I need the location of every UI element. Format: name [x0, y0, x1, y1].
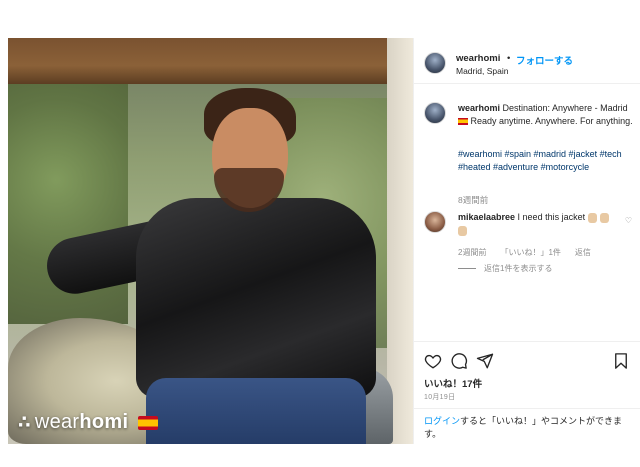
- caption-text-2: Ready anytime. Anywhere. For anything.: [468, 116, 633, 126]
- comment-reply-button[interactable]: 返信: [575, 247, 591, 258]
- bookmark-icon[interactable]: [612, 352, 630, 370]
- login-prompt: ログインすると「いいね！」やコメントができます。: [414, 408, 640, 444]
- post-side-panel: wearhomi • フォローする Madrid, Spain wearhomi…: [413, 38, 640, 444]
- photo-person-jacket: [136, 198, 376, 398]
- caption-avatar[interactable]: [424, 102, 446, 124]
- login-text: ログインすると「いいね！」やコメントができます。: [424, 415, 634, 441]
- author-username[interactable]: wearhomi: [456, 53, 500, 64]
- share-icon[interactable]: [476, 352, 494, 370]
- heart-icon[interactable]: [424, 352, 442, 370]
- photo-watermark: ∴ wearhomi: [18, 411, 159, 434]
- instagram-post-card: ∴ wearhomi wearhomi • フォローする Madrid, Spa…: [8, 38, 640, 444]
- likes-count[interactable]: いいね！17件: [424, 376, 482, 390]
- comment-text: I need this jacket: [515, 212, 586, 222]
- comment: mikaelaabree I need this jacket: [458, 211, 636, 237]
- caption-timestamp: 8週間前: [458, 195, 489, 205]
- spain-flag-emoji-icon: [458, 118, 468, 126]
- commenter-avatar[interactable]: [424, 211, 446, 233]
- author-avatar[interactable]: [424, 52, 446, 74]
- comment-likes[interactable]: 「いいね！」1件: [500, 247, 560, 258]
- post-header: wearhomi • フォローする Madrid, Spain: [414, 38, 640, 84]
- photo-pillar: [387, 38, 413, 444]
- photo-person: [41, 78, 386, 444]
- replies-line: [458, 268, 476, 269]
- login-link[interactable]: ログイン: [424, 416, 460, 426]
- comment-like-heart-icon[interactable]: ♡: [625, 216, 632, 225]
- thumbs-up-emoji-icon: [458, 225, 467, 236]
- caption-text-1: Destination: Anywhere - Madrid: [500, 103, 628, 113]
- post-date: 10月19日: [424, 394, 456, 401]
- caption-username[interactable]: wearhomi: [458, 103, 500, 113]
- post-photo[interactable]: ∴ wearhomi: [8, 38, 413, 444]
- caption-hashtags[interactable]: #wearhomi #spain #madrid #jacket #tech #…: [458, 148, 636, 174]
- view-replies-button[interactable]: 返信1件を表示する: [458, 263, 552, 274]
- thumbs-up-emoji-icon: [600, 212, 610, 223]
- thumbs-up-emoji-icon: [588, 212, 598, 223]
- watermark-logo-icon: ∴: [18, 412, 31, 432]
- comment-icon[interactable]: [450, 352, 468, 370]
- follow-button[interactable]: フォローする: [516, 53, 573, 67]
- photo-person-jeans: [146, 378, 366, 444]
- comment-username[interactable]: mikaelaabree: [458, 212, 515, 222]
- header-separator: •: [507, 53, 511, 64]
- comment-timestamp: 2週間前: [458, 248, 487, 257]
- comment-meta: 2週間前 「いいね！」1件 返信: [458, 247, 591, 258]
- watermark-brand: wearhomi: [34, 411, 129, 433]
- post-actions: [414, 341, 640, 375]
- view-replies-label: 返信1件を表示する: [484, 264, 553, 273]
- post-caption: wearhomi Destination: Anywhere - Madrid …: [458, 102, 636, 128]
- post-location[interactable]: Madrid, Spain: [456, 66, 508, 76]
- spain-flag-icon: [138, 415, 159, 430]
